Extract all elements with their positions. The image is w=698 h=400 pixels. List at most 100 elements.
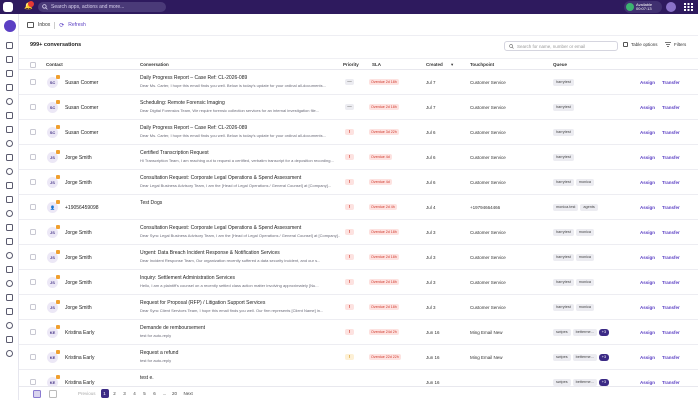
queue-more-badge[interactable]: +3 — [598, 379, 610, 386]
sidebar-home-icon[interactable] — [6, 42, 13, 49]
table-row[interactable]: KE Kristina Early Demande de remboursement… — [19, 320, 698, 345]
transfer-button[interactable]: Transfer — [662, 330, 680, 335]
page-3-button[interactable]: 3 — [121, 389, 129, 398]
card-view-icon[interactable] — [49, 390, 57, 398]
assign-button[interactable]: Assign — [640, 180, 655, 185]
row-checkbox[interactable] — [30, 104, 36, 110]
conversation-title[interactable]: Scheduling: Remote Forensic Imaging — [140, 100, 340, 106]
sidebar-bot-icon[interactable] — [6, 252, 13, 259]
transfer-button[interactable]: Transfer — [662, 180, 680, 185]
assign-button[interactable]: Assign — [640, 305, 655, 310]
sidebar-shield-icon[interactable] — [6, 140, 13, 147]
column-priority[interactable]: Priority — [343, 62, 359, 67]
row-checkbox[interactable] — [30, 329, 36, 335]
sidebar-campaign-icon[interactable] — [6, 266, 13, 273]
sidebar-docs-icon[interactable] — [6, 308, 13, 315]
sidebar-compass-icon[interactable] — [6, 280, 13, 287]
table-row[interactable]: SC Susan Coomer Daily Progress Report – Ca… — [19, 120, 698, 145]
sidebar-queue-icon[interactable] — [6, 224, 13, 231]
page-5-button[interactable]: 5 — [141, 389, 149, 398]
row-checkbox[interactable] — [30, 354, 36, 360]
contact-name[interactable]: Jorge Smith — [65, 230, 92, 236]
contact-name[interactable]: Jorge Smith — [65, 255, 92, 261]
contact-name[interactable]: Susan Coomer — [65, 80, 98, 86]
transfer-button[interactable]: Transfer — [662, 205, 680, 210]
sidebar-reports-icon[interactable] — [6, 84, 13, 91]
table-row[interactable]: JS Jorge Smith Request for Proposal (RFP) … — [19, 295, 698, 320]
column-queue[interactable]: Queue — [553, 62, 567, 67]
column-sla[interactable]: SLA — [372, 62, 381, 67]
user-avatar[interactable] — [666, 2, 676, 12]
row-checkbox[interactable] — [30, 304, 36, 310]
contact-name[interactable]: +19056459098 — [65, 205, 99, 211]
transfer-button[interactable]: Transfer — [662, 255, 680, 260]
column-touchpoint[interactable]: Touchpoint — [470, 62, 494, 67]
sidebar-contacts-icon[interactable] — [6, 70, 13, 77]
sidebar-email-icon[interactable] — [6, 238, 13, 245]
conversation-title[interactable]: Demande de remboursement — [140, 325, 340, 331]
transfer-button[interactable]: Transfer — [662, 380, 680, 385]
row-checkbox[interactable] — [30, 379, 36, 385]
breadcrumb-inbox[interactable]: Inbox — [38, 22, 50, 28]
conversation-title[interactable]: Request for Proposal (RFP) / Litigation … — [140, 300, 340, 306]
sidebar-analytics-icon[interactable] — [6, 196, 13, 203]
column-conversation[interactable]: Conversation — [140, 62, 169, 67]
table-row[interactable]: JS Jorge Smith Inquiry: Settlement Adminis… — [19, 270, 698, 295]
transfer-button[interactable]: Transfer — [662, 355, 680, 360]
brand-logo-icon[interactable] — [4, 20, 16, 32]
sidebar-chat-icon[interactable] — [6, 154, 13, 161]
sidebar-code-icon[interactable] — [6, 182, 13, 189]
column-contact[interactable]: Contact — [46, 62, 63, 67]
transfer-button[interactable]: Transfer — [662, 155, 680, 160]
row-checkbox[interactable] — [30, 279, 36, 285]
conversation-title[interactable]: Test Dogs — [140, 200, 340, 206]
refresh-button[interactable]: Refresh — [68, 22, 86, 28]
list-view-icon[interactable] — [33, 390, 41, 398]
conversation-search[interactable] — [504, 41, 618, 51]
assign-button[interactable]: Assign — [640, 355, 655, 360]
table-row[interactable]: JS Jorge Smith Certified Transcription Req… — [19, 145, 698, 170]
contact-name[interactable]: Kristina Early — [65, 330, 94, 336]
transfer-button[interactable]: Transfer — [662, 105, 680, 110]
apps-grid-icon[interactable] — [684, 3, 693, 11]
page-2-button[interactable]: 2 — [111, 389, 119, 398]
global-search-input[interactable]: Search apps, actions and more... — [38, 2, 166, 12]
sidebar-calendar-icon[interactable] — [6, 112, 13, 119]
app-menu-icon[interactable] — [3, 2, 13, 12]
page-6-button[interactable]: 6 — [151, 389, 159, 398]
sidebar-inbox-icon[interactable] — [6, 56, 13, 63]
transfer-button[interactable]: Transfer — [662, 80, 680, 85]
table-row[interactable]: JS Jorge Smith Consultation Request: Corpo… — [19, 170, 698, 195]
contact-name[interactable]: Jorge Smith — [65, 180, 92, 186]
sidebar-briefcase-icon[interactable] — [6, 294, 13, 301]
sidebar-integrations-icon[interactable] — [6, 322, 13, 329]
conversation-title[interactable]: Consultation Request: Corporate Legal Op… — [140, 175, 340, 181]
assign-button[interactable]: Assign — [640, 380, 655, 385]
row-checkbox[interactable] — [30, 154, 36, 160]
assign-button[interactable]: Assign — [640, 280, 655, 285]
table-row[interactable]: SC Susan Coomer Daily Progress Report – Ca… — [19, 70, 698, 95]
table-row[interactable]: 👤 +19056459098 Test Dogs! Overdue 2d 4h Jul … — [19, 195, 698, 220]
contact-name[interactable]: Jorge Smith — [65, 155, 92, 161]
assign-button[interactable]: Assign — [640, 230, 655, 235]
sidebar-audit-icon[interactable] — [6, 336, 13, 343]
page-20-button[interactable]: 20 — [171, 389, 179, 398]
sidebar-settings-icon[interactable] — [6, 98, 13, 105]
transfer-button[interactable]: Transfer — [662, 130, 680, 135]
row-checkbox[interactable] — [30, 129, 36, 135]
refresh-icon[interactable]: ⟳ — [59, 22, 64, 29]
page-4-button[interactable]: 4 — [131, 389, 139, 398]
contact-name[interactable]: Jorge Smith — [65, 305, 92, 311]
transfer-button[interactable]: Transfer — [662, 305, 680, 310]
row-checkbox[interactable] — [30, 229, 36, 235]
assign-button[interactable]: Assign — [640, 130, 655, 135]
row-checkbox[interactable] — [30, 79, 36, 85]
select-all-checkbox[interactable] — [30, 62, 36, 68]
table-options-button[interactable]: Table options — [623, 42, 658, 47]
table-row[interactable]: JS Jorge Smith Consultation Request: Corpo… — [19, 220, 698, 245]
assign-button[interactable]: Assign — [640, 255, 655, 260]
page-1-button[interactable]: 1 — [100, 389, 109, 398]
assign-button[interactable]: Assign — [640, 155, 655, 160]
contact-name[interactable]: Kristina Early — [65, 355, 94, 361]
sort-desc-icon[interactable]: ▾ — [451, 62, 453, 68]
